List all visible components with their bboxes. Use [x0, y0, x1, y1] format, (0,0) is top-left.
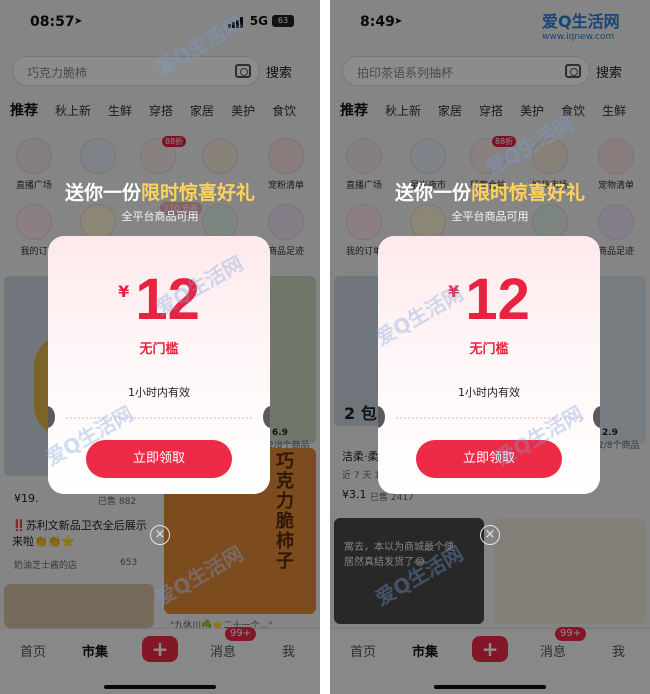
popup-subtitle: 全平台商品可用 [451, 210, 529, 223]
card-notch-right [263, 406, 270, 428]
popup-headline: 送你一份限时惊喜好礼 [0, 178, 320, 205]
popup-headline: 送你一份限时惊喜好礼 [330, 178, 650, 205]
claim-button[interactable]: 立即领取 [86, 440, 232, 478]
phone-screen-left: 08:57 ➤ 5G 63 巧克力脆柿 搜索 推荐 秋上新 生鲜 穿搭 家居 美护 食饮 直… [0, 0, 320, 694]
close-icon[interactable]: × [480, 525, 500, 545]
headline-prefix: 送你一份 [394, 182, 471, 204]
popup-subtitle: 全平台商品可用 [121, 210, 199, 223]
phone-screen-right: 8:49 ➤ 爱Q生活网 www.iqnew.com 拍印茶语系列抽杯 搜索 推… [330, 0, 650, 694]
amount-value: 12 [465, 267, 530, 332]
close-icon[interactable]: × [150, 525, 170, 545]
coupon-card: ¥12 无门槛 1小时内有效 立即领取 [378, 236, 600, 494]
coupon-threshold: 无门槛 [139, 342, 179, 357]
currency-symbol: ¥ [118, 282, 130, 301]
coupon-validity: 1小时内有效 [458, 386, 520, 399]
card-notch-left [48, 406, 55, 428]
coupon-validity: 1小时内有效 [128, 386, 190, 399]
headline-prefix: 送你一份 [64, 182, 141, 204]
comparison-canvas: 08:57 ➤ 5G 63 巧克力脆柿 搜索 推荐 秋上新 生鲜 穿搭 家居 美护 食饮 直… [0, 0, 650, 694]
panel-divider [320, 0, 330, 694]
coupon-threshold: 无门槛 [469, 342, 509, 357]
headline-highlight: 限时惊喜好礼 [471, 182, 586, 204]
card-notch-right [593, 406, 600, 428]
headline-highlight: 限时惊喜好礼 [141, 182, 256, 204]
card-notch-left [378, 406, 385, 428]
